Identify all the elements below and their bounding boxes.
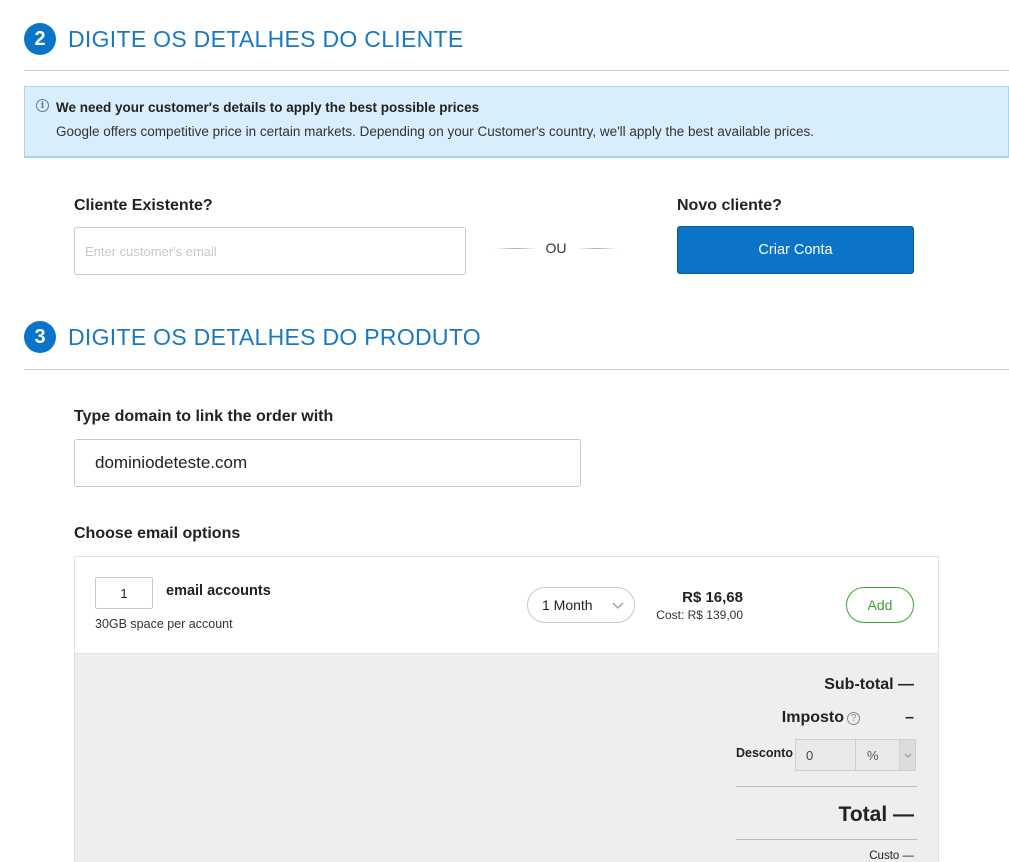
domain-input[interactable]: dominiodeteste.com bbox=[74, 439, 581, 487]
divider bbox=[24, 70, 1009, 71]
email-option-card: 1 email accounts 30GB space per account … bbox=[74, 556, 939, 654]
order-summary: Sub-total — Imposto? – Desconto 0 % Tota… bbox=[74, 654, 939, 862]
or-line-right bbox=[576, 247, 617, 249]
section-title: DIGITE OS DETALHES DO CLIENTE bbox=[68, 25, 464, 52]
space-note: 30GB space per account bbox=[95, 617, 233, 631]
help-icon[interactable]: ? bbox=[847, 712, 860, 725]
domain-label: Type domain to link the order with bbox=[74, 408, 334, 425]
info-banner: i We need your customer's details to app… bbox=[24, 86, 1009, 158]
info-title: We need your customer's details to apply… bbox=[56, 100, 480, 115]
step-header-product: 3 DIGITE OS DETALHES DO PRODUTO bbox=[24, 321, 481, 353]
discount-unit-select[interactable]: % bbox=[856, 740, 899, 770]
or-text: OU bbox=[545, 240, 567, 256]
summary-divider bbox=[736, 786, 917, 787]
info-body: Google offers competitive price in certa… bbox=[56, 124, 815, 139]
cost: Cost: R$ 139,00 bbox=[656, 608, 743, 622]
total: Total — bbox=[838, 803, 914, 826]
custo: Custo — bbox=[869, 850, 914, 862]
new-customer-label: Novo cliente? bbox=[677, 197, 782, 214]
term-select[interactable]: 1 Month bbox=[527, 587, 635, 623]
existing-customer-label: Cliente Existente? bbox=[74, 197, 213, 214]
accounts-label: email accounts bbox=[166, 583, 271, 599]
discount-input[interactable]: 0 bbox=[796, 740, 856, 770]
step-number-badge: 2 bbox=[24, 23, 56, 55]
customer-email-input[interactable] bbox=[74, 227, 466, 275]
summary-divider bbox=[736, 839, 917, 840]
add-button[interactable]: Add bbox=[846, 587, 914, 623]
term-value: 1 Month bbox=[542, 597, 593, 613]
chevron-down-icon[interactable] bbox=[899, 740, 915, 770]
tax-value: – bbox=[905, 709, 914, 726]
tax-label: Imposto bbox=[781, 709, 844, 726]
subtotal: Sub-total — bbox=[824, 676, 914, 693]
quantity-input[interactable]: 1 bbox=[95, 577, 153, 609]
info-icon: i bbox=[36, 99, 49, 112]
discount-label: Desconto bbox=[736, 746, 793, 760]
price: R$ 16,68 bbox=[682, 589, 743, 606]
divider bbox=[24, 369, 1009, 370]
step-number-badge: 3 bbox=[24, 321, 56, 353]
email-options-label: Choose email options bbox=[74, 525, 241, 542]
or-line-left bbox=[495, 247, 536, 249]
discount-field: 0 % bbox=[795, 739, 916, 771]
or-divider: OU bbox=[495, 240, 617, 256]
create-account-button[interactable]: Criar Conta bbox=[677, 226, 914, 274]
section-title: DIGITE OS DETALHES DO PRODUTO bbox=[68, 323, 481, 350]
step-header-customer: 2 DIGITE OS DETALHES DO CLIENTE bbox=[24, 23, 464, 55]
chevron-down-icon bbox=[611, 598, 625, 615]
tax-label-wrap: Imposto? bbox=[782, 709, 860, 727]
